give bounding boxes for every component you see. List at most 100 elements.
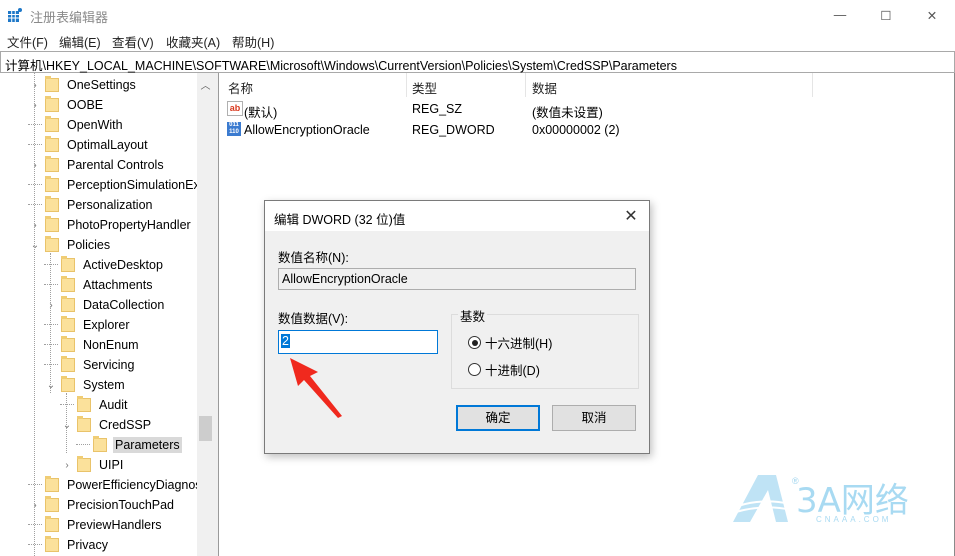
tree-item-label: Parameters — [113, 437, 182, 453]
chevron-right-icon[interactable]: › — [60, 460, 74, 471]
tree-item[interactable]: ActiveDesktop — [44, 255, 165, 275]
tree-connector — [44, 284, 58, 286]
tree-item-label: Attachments — [83, 278, 153, 292]
maximize-icon: ☐ — [880, 8, 892, 23]
tree-item-label: OptimalLayout — [67, 138, 148, 152]
tree-connector — [44, 324, 58, 326]
tree-item[interactable]: ⌄ Policies — [28, 235, 112, 255]
column-name[interactable]: 名称 — [228, 78, 253, 97]
chevron-right-icon[interactable]: › — [28, 160, 42, 171]
minimize-button[interactable]: — — [817, 0, 863, 30]
scroll-up-arrow-icon[interactable]: ︿ — [197, 77, 214, 92]
value-name-field: AllowEncryptionOracle — [278, 268, 636, 290]
column-type[interactable]: 类型 — [412, 78, 437, 97]
folder-icon — [61, 256, 75, 272]
tree-item[interactable]: › Parental Controls — [28, 155, 166, 175]
folder-icon — [45, 76, 59, 92]
tree-scrollbar[interactable]: ︿ — [197, 73, 214, 556]
tree-item[interactable]: OptimalLayout — [28, 135, 150, 155]
chevron-right-icon[interactable]: › — [28, 80, 42, 91]
chevron-right-icon[interactable]: › — [44, 300, 58, 311]
column-divider[interactable] — [406, 73, 407, 97]
list-row[interactable]: 011 110 AllowEncryptionOracle REG_DWORD 0… — [219, 120, 954, 140]
menu-edit[interactable]: 编辑(E) — [59, 32, 101, 51]
base-groupbox: 基数 十六进制(H) 十进制(D) — [451, 306, 639, 389]
column-data[interactable]: 数据 — [532, 78, 557, 97]
title-bar: 注册表编辑器 — ☐ ✕ — [0, 0, 955, 30]
column-divider[interactable] — [812, 73, 813, 97]
list-row[interactable]: ab (默认) REG_SZ (数值未设置) — [219, 99, 954, 120]
folder-icon — [45, 136, 59, 152]
value-data-input[interactable]: 2 — [278, 330, 438, 354]
annotation-arrow-icon — [290, 358, 342, 418]
dialog-title-bar[interactable]: 编辑 DWORD (32 位)值 ✕ — [265, 201, 649, 231]
scroll-thumb[interactable] — [199, 416, 212, 441]
tree-item[interactable]: PerceptionSimulationEx — [28, 175, 202, 195]
folder-icon — [77, 396, 91, 412]
tree-item[interactable]: Privacy — [28, 535, 110, 555]
folder-icon — [77, 456, 91, 472]
radio-hexadecimal[interactable]: 十六进制(H) — [468, 333, 552, 352]
tree-item[interactable]: › DataCollection — [44, 295, 166, 315]
tree-item[interactable]: Attachments — [44, 275, 154, 295]
chevron-down-icon[interactable]: ⌄ — [28, 240, 42, 251]
tree-item-label: Audit — [99, 398, 128, 412]
address-bar[interactable]: 计算机\HKEY_LOCAL_MACHINE\SOFTWARE\Microsof… — [0, 51, 955, 73]
tree-item[interactable]: Personalization — [28, 195, 154, 215]
radio-decimal[interactable]: 十进制(D) — [468, 360, 540, 379]
folder-icon — [61, 316, 75, 332]
tree-guide-line — [50, 253, 51, 393]
tree-guide-line — [34, 73, 35, 556]
chevron-down-icon[interactable]: ⌄ — [44, 380, 58, 391]
value-name: (默认) — [244, 106, 278, 120]
menu-help[interactable]: 帮助(H) — [232, 32, 274, 51]
tree-item[interactable]: Parameters — [76, 435, 182, 455]
menu-favorites[interactable]: 收藏夹(A) — [166, 32, 220, 51]
value-type: REG_SZ — [412, 102, 463, 116]
tree-item[interactable]: OpenWith — [28, 115, 125, 135]
menu-file[interactable]: 文件(F) — [7, 32, 48, 51]
window-title: 注册表编辑器 — [30, 10, 109, 25]
folder-icon — [61, 296, 75, 312]
folder-icon — [61, 376, 75, 392]
address-path[interactable]: 计算机\HKEY_LOCAL_MACHINE\SOFTWARE\Microsof… — [5, 55, 677, 74]
tree-item[interactable]: PowerEfficiencyDiagnos — [28, 475, 204, 495]
chevron-right-icon[interactable]: › — [28, 100, 42, 111]
tree-item[interactable]: ⌄ System — [44, 375, 127, 395]
radio-unchecked-icon[interactable] — [468, 363, 481, 376]
cancel-button[interactable]: 取消 — [552, 405, 636, 431]
dialog-close-icon[interactable]: ✕ — [621, 206, 641, 226]
folder-icon — [45, 116, 59, 132]
tree-connector — [60, 404, 74, 406]
menu-view[interactable]: 查看(V) — [112, 32, 154, 51]
tree-item[interactable]: › PrecisionTouchPad — [28, 495, 176, 515]
radio-checked-icon[interactable] — [468, 336, 481, 349]
tree-item[interactable]: Explorer — [44, 315, 132, 335]
tree-item[interactable]: › OneSettings — [28, 75, 138, 95]
tree-connector — [28, 184, 42, 186]
tree-item[interactable]: Servicing — [44, 355, 136, 375]
value-data-text[interactable]: 2 — [281, 334, 290, 348]
tree-item[interactable]: NonEnum — [44, 335, 141, 355]
tree-item[interactable]: PreviewHandlers — [28, 515, 163, 535]
tree-item[interactable]: Audit — [60, 395, 130, 415]
close-icon: ✕ — [926, 8, 938, 23]
close-button[interactable]: ✕ — [909, 0, 955, 30]
folder-icon — [45, 236, 59, 252]
tree-item-label: PerceptionSimulationEx — [67, 178, 200, 192]
tree-item-label: Explorer — [83, 318, 130, 332]
chevron-down-icon[interactable]: ⌄ — [60, 420, 74, 431]
chevron-right-icon[interactable]: › — [28, 220, 42, 231]
watermark-site: CNAAA.COM — [816, 515, 891, 524]
tree-item-label: OpenWith — [67, 118, 123, 132]
ok-button[interactable]: 确定 — [456, 405, 540, 431]
tree-item[interactable]: › PhotoPropertyHandler — [28, 215, 193, 235]
chevron-right-icon[interactable]: › — [28, 500, 42, 511]
folder-icon — [45, 156, 59, 172]
tree-item[interactable]: › UIPI — [60, 455, 125, 475]
maximize-button[interactable]: ☐ — [863, 0, 909, 30]
column-divider[interactable] — [525, 73, 526, 97]
tree-item[interactable]: ⌄ CredSSP — [60, 415, 153, 435]
value-name: AllowEncryptionOracle — [244, 123, 370, 137]
tree-item[interactable]: › OOBE — [28, 95, 105, 115]
